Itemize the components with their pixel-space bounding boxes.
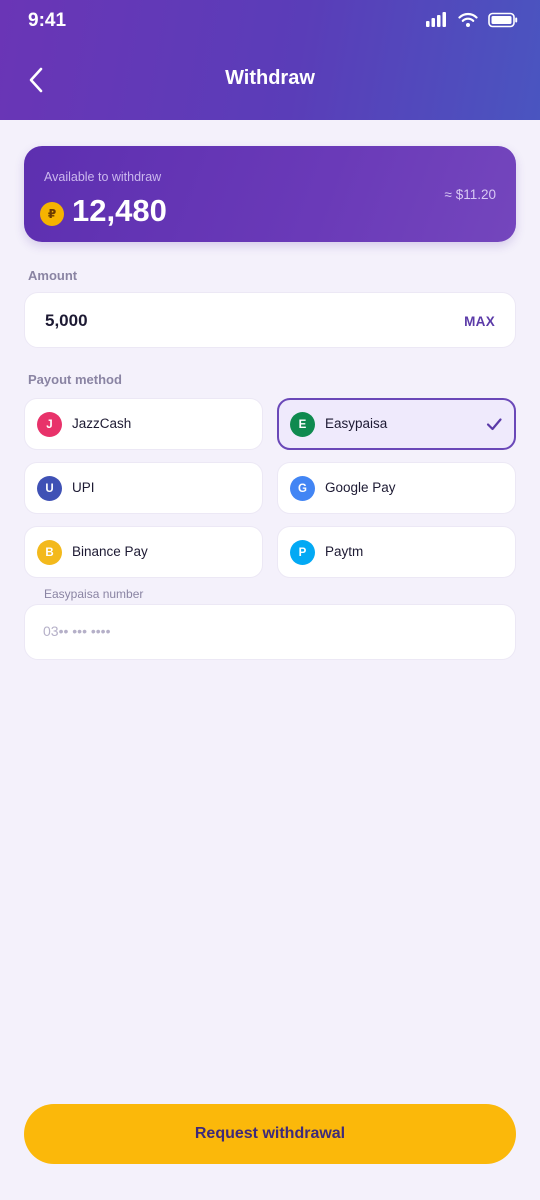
upi-icon: U [37,476,62,501]
balance-card: Available to withdraw ₽ 12,480 ≈ $11.20 [24,146,516,242]
request-withdrawal-button[interactable]: Request withdrawal [24,1104,516,1164]
google-pay-icon: G [290,476,315,501]
payout-option-label: Paytm [325,544,364,559]
payout-option-upi[interactable]: U UPI [24,462,263,514]
battery-icon [488,12,518,28]
payout-method-label: Payout method [28,372,122,387]
max-button[interactable]: MAX [464,314,495,329]
app-header: 9:41 Withdraw [0,0,540,120]
payout-option-binance-pay[interactable]: B Binance Pay [24,526,263,578]
amount-input[interactable]: 5,000 MAX [24,292,516,348]
payout-option-jazzcash[interactable]: J JazzCash [24,398,263,450]
payout-option-google-pay[interactable]: G Google Pay [277,462,516,514]
payout-option-paytm[interactable]: P Paytm [277,526,516,578]
payout-option-label: UPI [72,480,95,495]
easypaisa-icon: E [290,412,315,437]
status-icons [426,12,518,28]
payout-option-easypaisa[interactable]: E Easypaisa [277,398,516,450]
balance-value: 12,480 [72,193,167,228]
coin-icon: ₽ [40,202,64,226]
payout-option-label: Easypaisa [325,416,388,431]
payout-option-label: Binance Pay [72,544,148,559]
page-title: Withdraw [225,67,315,89]
balance-label: Available to withdraw [44,170,162,184]
status-time: 9:41 [28,10,67,31]
jazzcash-icon: J [37,412,62,437]
signal-icon [426,12,446,27]
amount-label: Amount [28,268,78,283]
easypaisa-number-field[interactable] [24,604,516,660]
balance-usd-equivalent: ≈ $11.20 [444,187,496,202]
payout-option-label: JazzCash [72,416,132,431]
checkmark-icon [486,418,502,431]
payout-option-label: Google Pay [325,480,396,495]
wifi-icon [458,12,478,27]
paytm-icon: P [290,540,315,565]
binance-pay-icon: B [37,540,62,565]
easypaisa-number-label: Easypaisa number [44,587,144,601]
amount-value: 5,000 [45,311,88,330]
easypaisa-number-input[interactable] [43,623,483,639]
